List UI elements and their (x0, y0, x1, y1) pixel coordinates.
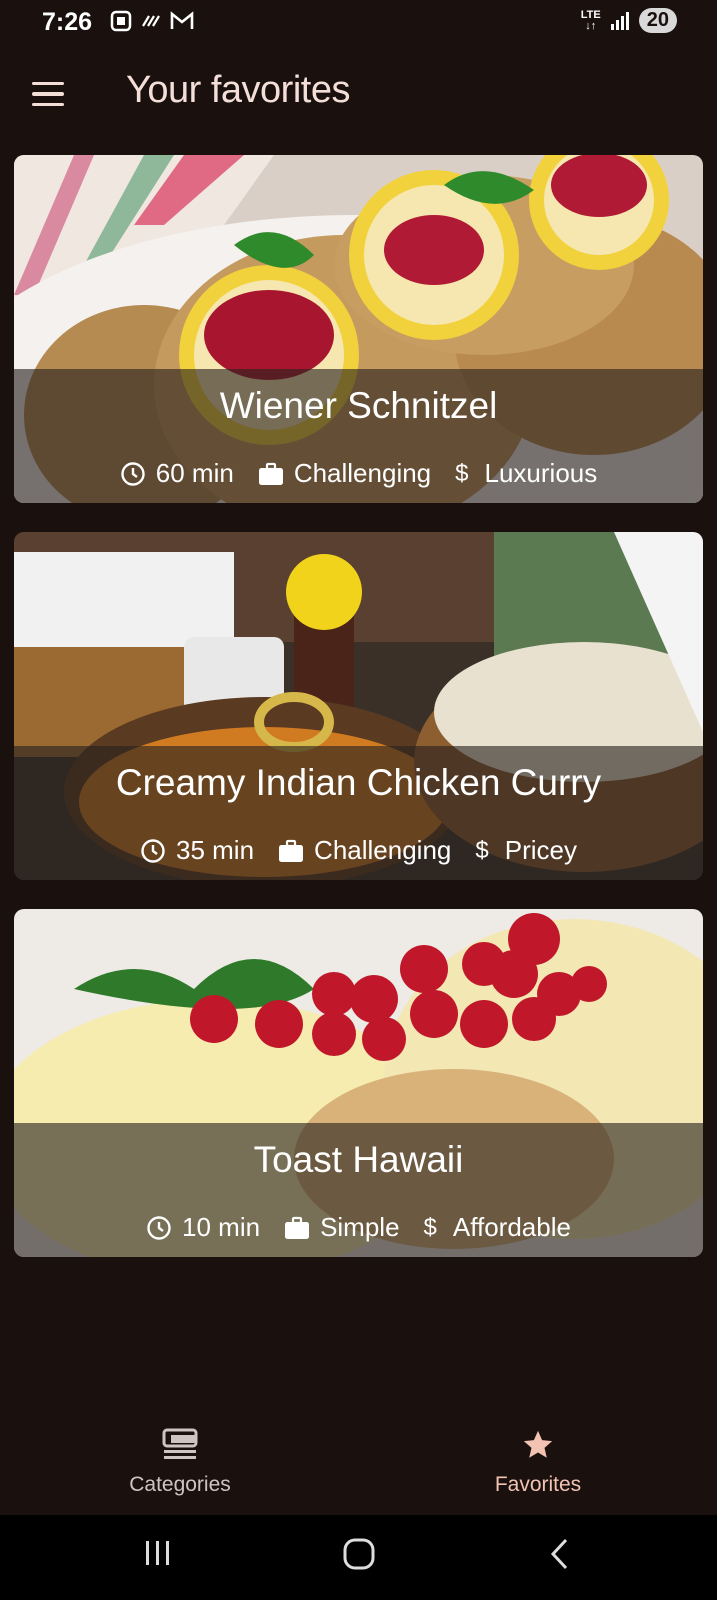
gmail-icon (170, 11, 194, 29)
dollar-icon: $ (475, 836, 489, 864)
affordability-text: Pricey (504, 835, 577, 865)
affordability: $ Pricey (475, 835, 577, 866)
card-overlay: Toast Hawaii 10 min Simple $ Affordable (14, 1123, 703, 1257)
nav-categories[interactable]: Categories (80, 1428, 280, 1497)
battery-indicator: 20 (638, 8, 677, 33)
duration: 35 min (140, 835, 254, 866)
complexity: Simple (284, 1212, 400, 1243)
briefcase-icon (258, 462, 283, 485)
clock-icon (141, 838, 165, 863)
lte-icon: LTE ↓↑ (580, 8, 601, 32)
screenshot-icon (110, 10, 132, 32)
clock-icon (121, 461, 145, 486)
status-right-icons: LTE ↓↑ 20 (581, 8, 677, 33)
affordability: $ Luxurious (455, 458, 597, 489)
nav-favorites-label: Favorites (494, 1473, 582, 1496)
meal-meta: 60 min Challenging $ Luxurious (14, 458, 703, 489)
dollar-icon: $ (455, 459, 469, 487)
meal-title: Wiener Schnitzel (219, 385, 498, 426)
home-icon[interactable] (342, 1537, 376, 1571)
complexity-text: Challenging (314, 835, 452, 865)
meal-card[interactable]: Wiener Schnitzel 60 min Challenging $ Lu… (14, 155, 703, 503)
meal-meta: 35 min Challenging $ Pricey (14, 835, 703, 866)
back-icon[interactable] (548, 1537, 572, 1571)
complexity: Challenging (278, 835, 451, 866)
nfc-icon (142, 15, 160, 27)
duration: 60 min (120, 458, 234, 489)
meal-card[interactable]: Toast Hawaii 10 min Simple $ Affordable (14, 909, 703, 1257)
complexity: Challenging (258, 458, 431, 489)
meal-title: Toast Hawaii (253, 1139, 464, 1180)
card-overlay: Wiener Schnitzel 60 min Challenging $ Lu… (14, 369, 703, 503)
bottom-navigation: Categories Favorites (0, 1410, 717, 1515)
menu-button[interactable] (26, 74, 70, 114)
affordability-text: Affordable (452, 1212, 571, 1242)
nav-categories-label: Categories (129, 1473, 231, 1496)
meal-card[interactable]: Creamy Indian Chicken Curry 35 min Chall… (14, 532, 703, 880)
dollar-icon: $ (423, 1213, 437, 1241)
complexity-text: Simple (320, 1212, 400, 1242)
briefcase-icon (279, 839, 304, 862)
page-title: Your favorites (126, 69, 350, 111)
duration-text: 10 min (182, 1212, 261, 1242)
recent-apps-icon[interactable] (143, 1537, 173, 1569)
duration-text: 60 min (155, 458, 234, 488)
clock-icon (147, 1215, 171, 1240)
status-notification-icons (110, 10, 194, 32)
signal-icon (610, 11, 629, 30)
app-bar: Your favorites (0, 60, 717, 130)
duration: 10 min (146, 1212, 260, 1243)
duration-text: 35 min (176, 835, 255, 865)
complexity-text: Challenging (293, 458, 432, 488)
status-time: 7:26 (42, 8, 93, 36)
hamburger-icon (32, 81, 64, 86)
card-overlay: Creamy Indian Chicken Curry 35 min Chall… (14, 746, 703, 880)
nav-favorites[interactable]: Favorites (438, 1428, 638, 1497)
system-navigation-bar (0, 1515, 717, 1600)
meal-meta: 10 min Simple $ Affordable (14, 1212, 703, 1243)
categories-icon (162, 1428, 198, 1459)
status-bar: 7:26 LTE ↓↑ 20 (0, 0, 717, 48)
affordability-text: Luxurious (484, 458, 598, 488)
affordability: $ Affordable (424, 1212, 571, 1243)
meal-title: Creamy Indian Chicken Curry (115, 762, 602, 803)
briefcase-icon (285, 1216, 310, 1239)
star-icon (523, 1430, 553, 1458)
meal-list: Wiener Schnitzel 60 min Challenging $ Lu… (14, 155, 703, 1286)
